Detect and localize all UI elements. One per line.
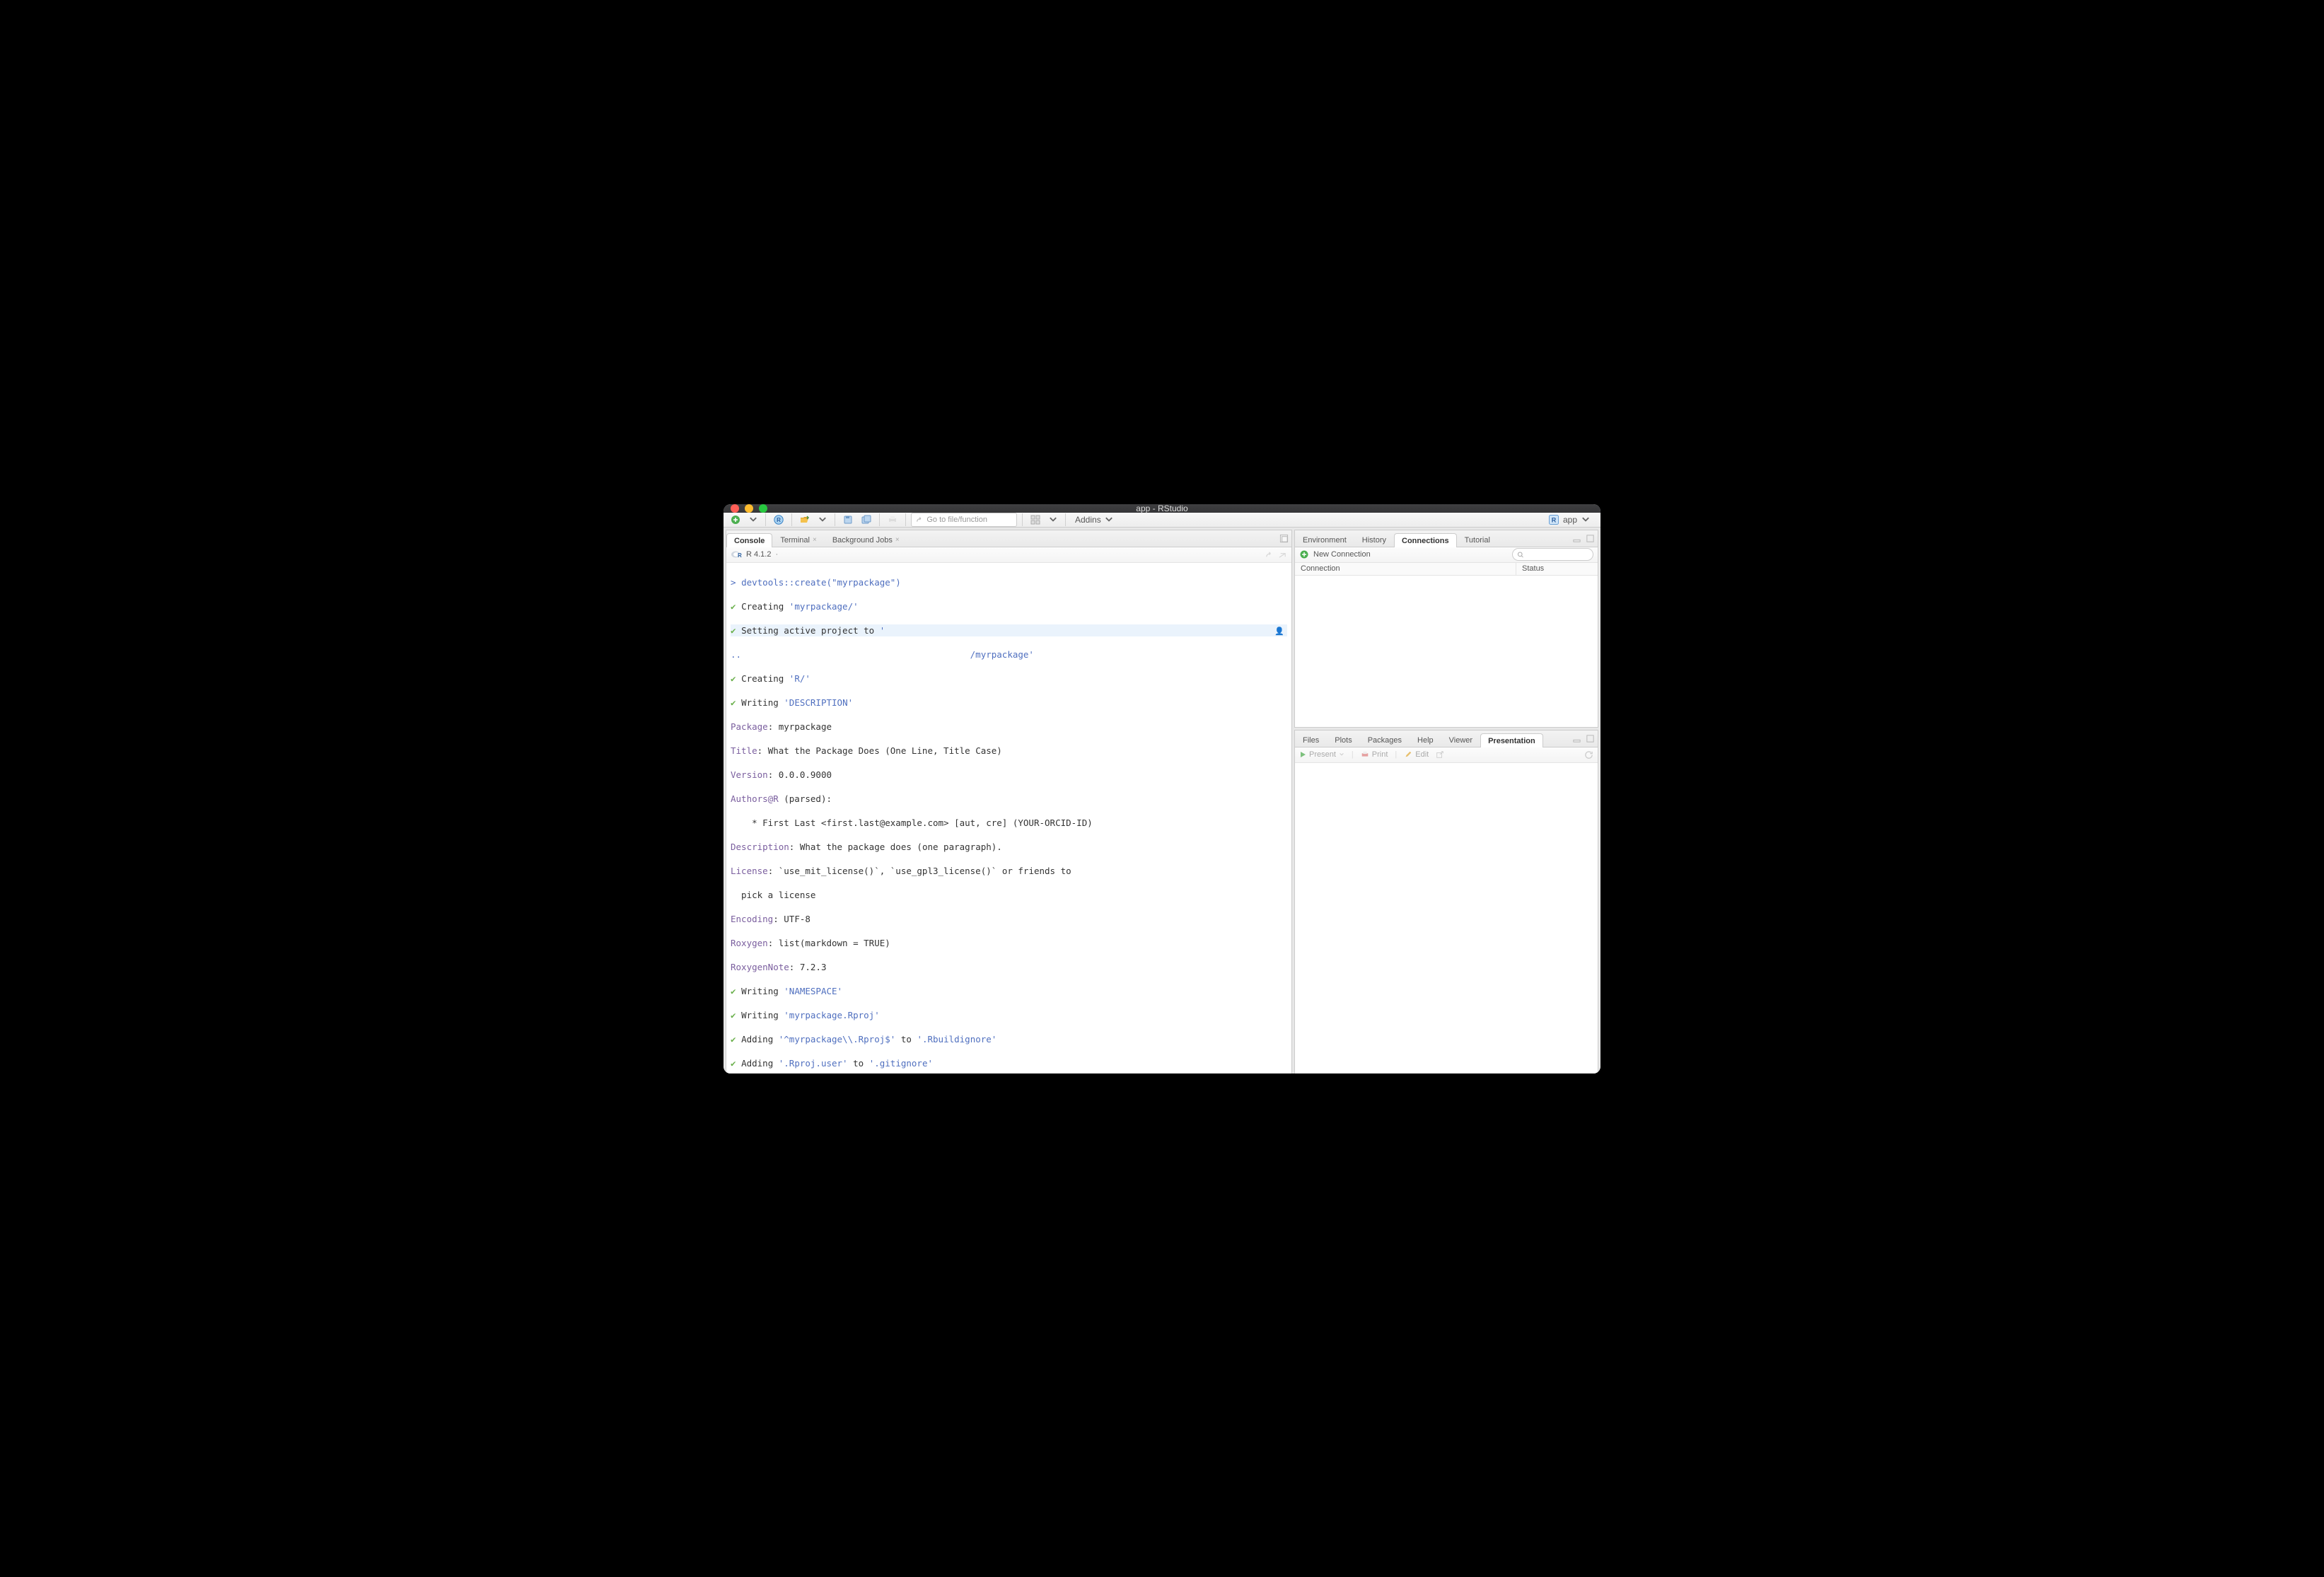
chevron-down-icon	[1104, 515, 1114, 525]
present-button[interactable]: Present	[1299, 750, 1344, 759]
connections-grid-header: Connection Status	[1295, 563, 1598, 576]
svg-text:R: R	[738, 552, 742, 559]
workspace-panes-button[interactable]	[1028, 513, 1043, 527]
separator	[905, 513, 906, 526]
connections-pane: Environment History Connections Tutorial…	[1294, 530, 1598, 728]
goto-arrow-icon	[915, 515, 924, 525]
main-toolbar: R Addins	[724, 513, 1600, 528]
r-project-icon: R	[1548, 514, 1559, 525]
new-file-dropdown[interactable]	[746, 513, 760, 527]
pane-popout-icon[interactable]	[1279, 534, 1289, 543]
tab-connections[interactable]: Connections	[1394, 533, 1457, 547]
titlebar: app - RStudio	[724, 504, 1600, 513]
tab-history[interactable]: History	[1354, 533, 1394, 547]
right-column: Environment History Connections Tutorial…	[1294, 530, 1598, 1073]
edit-presentation-button[interactable]: Edit	[1404, 750, 1429, 759]
presentation-pane: Files Plots Packages Help Viewer Present…	[1294, 730, 1598, 1073]
separator	[1065, 513, 1066, 526]
open-file-button[interactable]	[797, 513, 813, 527]
search-icon	[1517, 551, 1524, 559]
tab-viewer[interactable]: Viewer	[1441, 733, 1480, 747]
close-tab-icon[interactable]: ×	[895, 536, 900, 544]
new-file-button[interactable]	[728, 513, 743, 527]
pane-minimize-icon[interactable]	[1572, 534, 1581, 543]
connections-search-input[interactable]	[1524, 550, 1588, 559]
print-button[interactable]	[885, 513, 900, 527]
connections-toolbar: New Connection	[1295, 547, 1598, 563]
project-picker[interactable]: R app	[1542, 513, 1596, 527]
pencil-icon	[1404, 750, 1412, 759]
svg-text:R: R	[777, 517, 781, 523]
new-connection-icon	[1299, 549, 1309, 559]
separator	[1022, 513, 1023, 526]
separator	[879, 513, 880, 526]
addins-menu[interactable]: Addins	[1071, 513, 1118, 527]
save-all-button[interactable]	[859, 513, 874, 527]
pane-maximize-icon[interactable]	[1586, 734, 1595, 743]
pane-layout: Console Terminal× Background Jobs× R R 4…	[724, 528, 1600, 1073]
project-label: app	[1563, 515, 1577, 525]
share-icon[interactable]	[1265, 550, 1274, 559]
console-output[interactable]: > devtools::create("myrpackage") ✔ Creat…	[726, 563, 1291, 1073]
svg-text:R: R	[1552, 516, 1557, 523]
tab-terminal[interactable]: Terminal×	[772, 533, 824, 547]
presentation-toolbar: Present | Print | Edit	[1295, 747, 1598, 763]
tab-tutorial[interactable]: Tutorial	[1457, 533, 1498, 547]
top-right-tabs: Environment History Connections Tutorial	[1295, 530, 1598, 547]
tab-files[interactable]: Files	[1295, 733, 1327, 747]
bottom-right-tabs: Files Plots Packages Help Viewer Present…	[1295, 731, 1598, 747]
close-tab-icon[interactable]: ×	[813, 536, 817, 544]
play-icon	[1299, 751, 1306, 758]
printer-icon	[1361, 750, 1369, 759]
chevron-down-icon	[1339, 752, 1344, 757]
tab-console[interactable]: Console	[726, 533, 772, 547]
open-file-dropdown[interactable]	[815, 513, 830, 527]
col-status[interactable]: Status	[1516, 563, 1598, 575]
goto-file-function[interactable]	[911, 513, 1017, 527]
tab-plots[interactable]: Plots	[1327, 733, 1359, 747]
refresh-icon	[1584, 750, 1593, 760]
tab-presentation[interactable]: Presentation	[1480, 733, 1543, 747]
r-version-label: R 4.1.2	[746, 550, 771, 559]
pane-minimize-icon[interactable]	[1572, 734, 1581, 743]
presentation-body	[1295, 763, 1598, 1073]
pane-maximize-icon[interactable]	[1586, 534, 1595, 543]
app-window: app - RStudio R	[724, 504, 1600, 1073]
print-presentation-button[interactable]: Print	[1361, 750, 1388, 759]
separator	[791, 513, 792, 526]
new-project-button[interactable]: R	[771, 513, 786, 527]
separator	[765, 513, 766, 526]
open-external-button[interactable]	[1436, 750, 1444, 759]
connections-grid-body	[1295, 576, 1598, 727]
workspace-panes-dropdown[interactable]	[1046, 513, 1060, 527]
goto-input[interactable]	[926, 516, 1013, 524]
console-pane: Console Terminal× Background Jobs× R R 4…	[726, 530, 1292, 1073]
popout-icon	[1436, 750, 1444, 759]
clear-console-icon[interactable]	[1278, 550, 1287, 559]
tab-help[interactable]: Help	[1410, 733, 1441, 747]
new-connection-button[interactable]: New Connection	[1313, 550, 1371, 559]
tab-environment[interactable]: Environment	[1295, 533, 1354, 547]
tab-packages[interactable]: Packages	[1360, 733, 1410, 747]
window-title: app - RStudio	[724, 504, 1600, 513]
chevron-down-icon	[1581, 515, 1591, 525]
left-tabs: Console Terminal× Background Jobs×	[726, 530, 1291, 547]
addins-label: Addins	[1075, 515, 1101, 525]
col-connection[interactable]: Connection	[1295, 563, 1516, 575]
console-subbar: R R 4.1.2 ·	[726, 547, 1291, 563]
person-marker-icon: 👤	[1274, 625, 1284, 637]
connections-search[interactable]	[1512, 548, 1593, 561]
refresh-presentation-button[interactable]	[1584, 750, 1593, 760]
tab-background-jobs[interactable]: Background Jobs×	[825, 533, 907, 547]
r-logo-icon: R	[731, 549, 742, 560]
save-button[interactable]	[840, 513, 856, 527]
